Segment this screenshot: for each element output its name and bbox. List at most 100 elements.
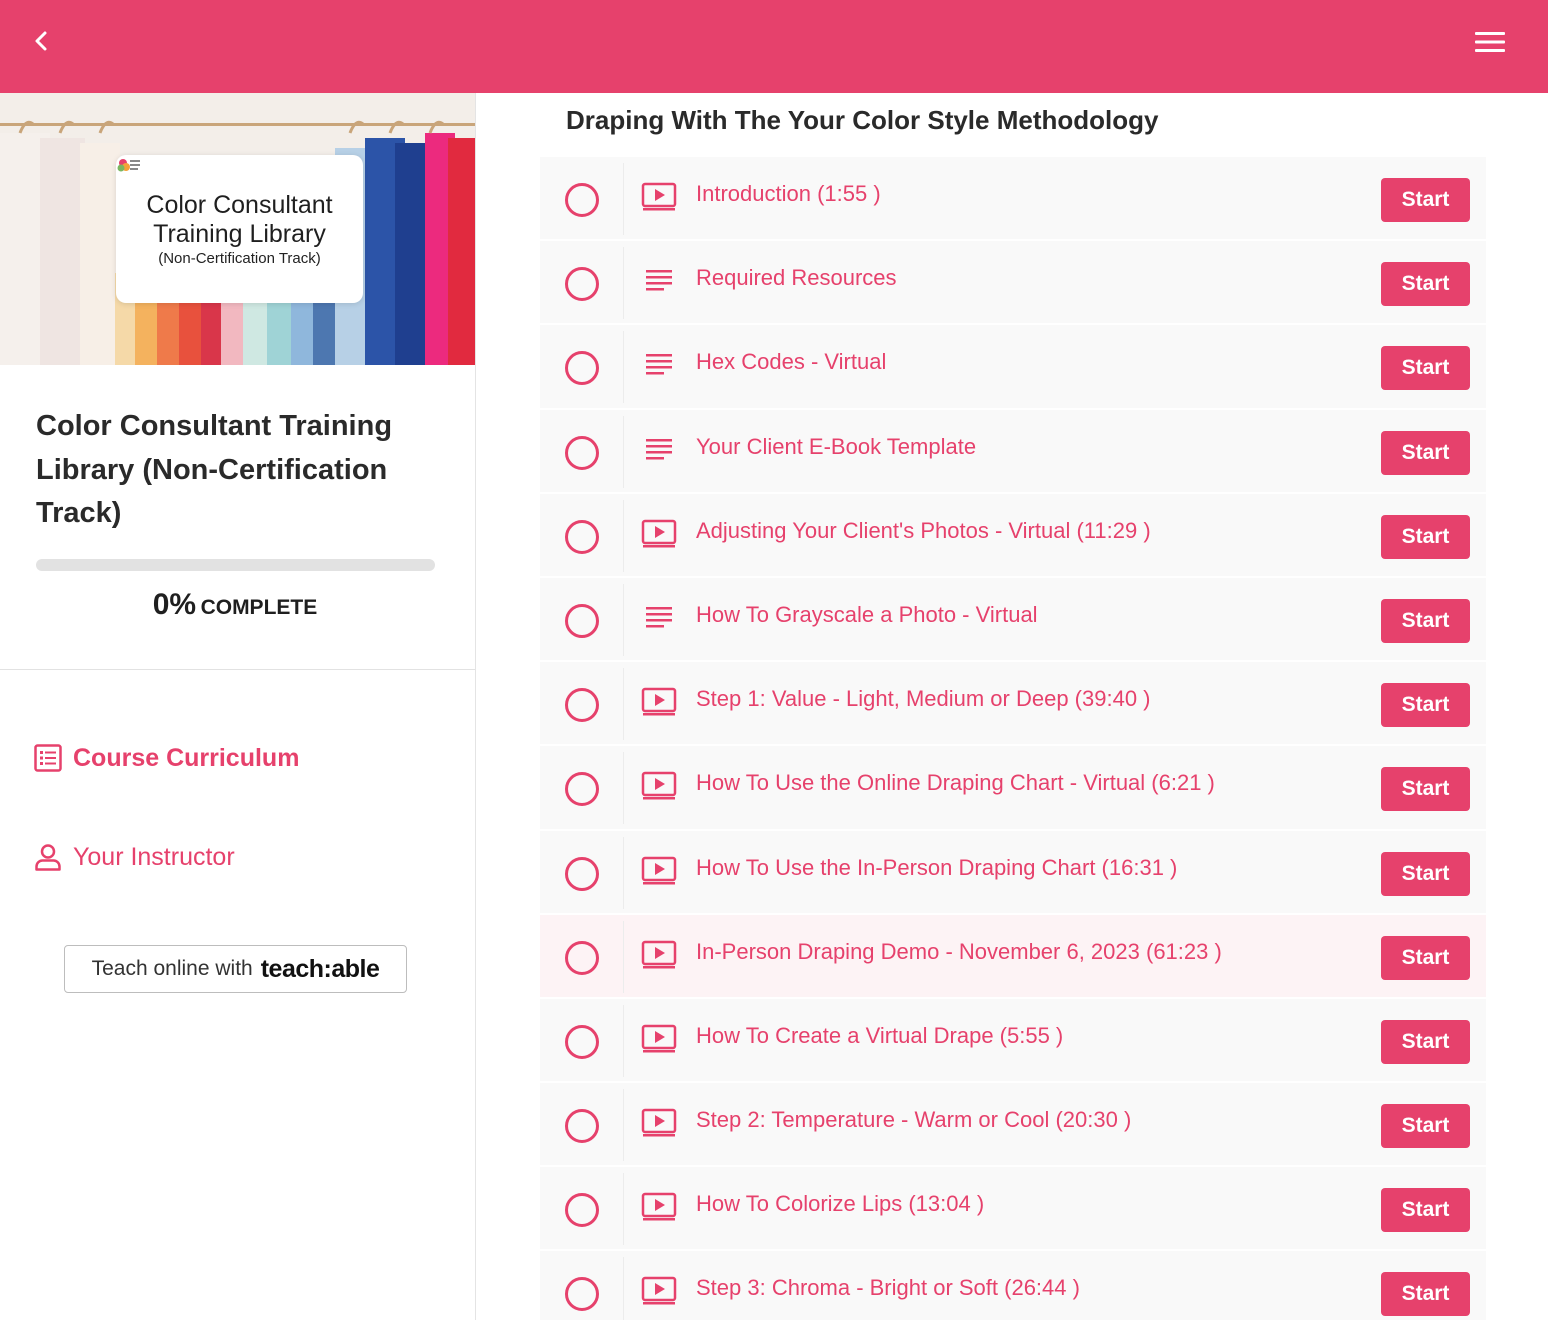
lesson-start-button[interactable]: Start [1381, 1019, 1470, 1064]
lesson-start-button[interactable]: Start [1381, 683, 1470, 728]
lesson-complete-checkbox[interactable] [565, 856, 599, 891]
teachable-logo-text: teach:able [260, 954, 380, 983]
lesson-divider [623, 163, 624, 235]
lesson-complete-checkbox[interactable] [565, 1024, 599, 1059]
course-card-title: Color Consultant Training Library [146, 191, 333, 248]
progress-percent: 0% [152, 588, 197, 621]
course-title: Color Consultant Training Library (Non-C… [36, 410, 393, 529]
lesson-row[interactable]: Step 1: Value - Light, Medium or Deep (3… [540, 662, 1486, 747]
lesson-divider [623, 499, 624, 572]
lesson-title[interactable]: Hex Codes - Virtual [696, 349, 886, 375]
lesson-complete-checkbox[interactable] [565, 1277, 599, 1312]
lesson-complete-checkbox[interactable] [565, 1193, 599, 1228]
lesson-start-button[interactable]: Start [1381, 598, 1470, 643]
lesson-divider [623, 920, 624, 993]
lesson-start-button[interactable]: Start [1381, 262, 1470, 307]
lesson-complete-checkbox[interactable] [565, 772, 599, 807]
lesson-divider [623, 1173, 624, 1246]
section-title: Draping With The Your Color Style Method… [566, 105, 1159, 135]
lesson-title[interactable]: How To Grayscale a Photo - Virtual [696, 602, 1038, 628]
lesson-divider [623, 331, 624, 404]
lesson-start-button[interactable]: Start [1381, 1188, 1470, 1233]
teachable-badge-prefix: Teach online with [91, 957, 253, 980]
progress-complete-text: COMPLETE [200, 596, 318, 619]
lesson-divider [623, 415, 624, 488]
lesson-divider [623, 247, 624, 320]
lesson-title[interactable]: Step 3: Chroma - Bright or Soft (26:44 ) [696, 1275, 1080, 1301]
lesson-title[interactable]: How To Colorize Lips (13:04 ) [696, 1191, 984, 1217]
course-hero-image: Color Consultant Training Library (Non-C… [0, 93, 475, 365]
text-lesson-icon [640, 347, 678, 381]
lesson-row[interactable]: How To Colorize Lips (13:04 ) Start [540, 1167, 1486, 1252]
lesson-title[interactable]: Your Client E-Book Template [696, 434, 976, 460]
sidebar: Color Consultant Training Library (Non-C… [0, 93, 476, 1320]
lesson-title[interactable]: Step 2: Temperature - Warm or Cool (20:3… [696, 1107, 1131, 1133]
lesson-row[interactable]: In-Person Draping Demo - November 6, 202… [540, 914, 1486, 999]
nav-your-instructor[interactable]: Your Instructor [32, 837, 235, 877]
back-button[interactable] [26, 24, 56, 58]
lesson-divider [623, 1257, 624, 1320]
lesson-complete-checkbox[interactable] [565, 183, 599, 217]
lesson-start-button[interactable]: Start [1381, 1272, 1470, 1317]
lesson-complete-checkbox[interactable] [565, 435, 599, 470]
lesson-row[interactable]: How To Grayscale a Photo - Virtual Start [540, 577, 1486, 663]
lesson-start-button[interactable]: Start [1381, 935, 1470, 980]
video-lesson-icon [640, 937, 678, 971]
lesson-complete-checkbox[interactable] [565, 1109, 599, 1144]
brand-logo-icon [117, 159, 140, 172]
lesson-title[interactable]: How To Create a Virtual Drape (5:55 ) [696, 1023, 1063, 1049]
video-lesson-icon [640, 1189, 678, 1223]
progress-bar [36, 559, 435, 571]
lesson-row[interactable]: Required Resources Start [540, 241, 1486, 326]
lesson-divider [623, 752, 624, 825]
lesson-divider [623, 668, 624, 741]
lesson-row[interactable]: Adjusting Your Client's Photos - Virtual… [540, 493, 1486, 578]
lesson-complete-checkbox[interactable] [565, 267, 599, 302]
lesson-title[interactable]: Step 1: Value - Light, Medium or Deep (3… [696, 686, 1151, 712]
lesson-title[interactable]: How To Use the Online Draping Chart - Vi… [696, 770, 1215, 796]
nav-your-instructor-label: Your Instructor [73, 842, 235, 871]
lesson-complete-checkbox[interactable] [565, 940, 599, 975]
lesson-divider [623, 1089, 624, 1162]
text-lesson-icon [640, 263, 678, 297]
lesson-row[interactable]: How To Create a Virtual Drape (5:55 ) Sta… [540, 998, 1486, 1084]
lesson-title[interactable]: How To Use the In-Person Draping Chart (… [696, 855, 1177, 881]
lesson-row[interactable]: How To Use the Online Draping Chart - Vi… [540, 746, 1486, 831]
lesson-complete-checkbox[interactable] [565, 519, 599, 554]
chevron-left-icon [35, 31, 47, 51]
menu-button[interactable] [1472, 27, 1508, 57]
lesson-start-button[interactable]: Start [1381, 178, 1470, 222]
lesson-title[interactable]: Introduction (1:55 ) [696, 181, 881, 207]
lesson-complete-checkbox[interactable] [565, 603, 599, 638]
lesson-complete-checkbox[interactable] [565, 688, 599, 723]
lesson-start-button[interactable]: Start [1381, 346, 1470, 391]
lesson-divider [623, 1004, 624, 1077]
text-lesson-icon [640, 432, 678, 466]
top-bar [0, 0, 1548, 93]
lesson-start-button[interactable]: Start [1381, 767, 1470, 812]
main-content: Draping With The Your Color Style Method… [476, 93, 1548, 1320]
lesson-row[interactable]: Hex Codes - Virtual Start [540, 325, 1486, 410]
lesson-row[interactable]: Step 2: Temperature - Warm or Cool (20:3… [540, 1083, 1486, 1168]
lesson-start-button[interactable]: Start [1381, 430, 1470, 475]
lesson-start-button[interactable]: Start [1381, 851, 1470, 896]
curriculum-list-icon [32, 742, 64, 774]
video-lesson-icon [640, 684, 678, 718]
nav-course-curriculum[interactable]: Course Curriculum [32, 738, 299, 778]
lesson-title[interactable]: In-Person Draping Demo - November 6, 202… [696, 939, 1222, 965]
lesson-divider [623, 583, 624, 656]
sidebar-divider [0, 669, 475, 670]
lesson-row[interactable]: Step 3: Chroma - Bright or Soft (26:44 )… [540, 1251, 1486, 1320]
lesson-title[interactable]: Required Resources [696, 265, 897, 291]
lesson-complete-checkbox[interactable] [565, 351, 599, 386]
teachable-badge-link[interactable]: Teach online with teach:able [64, 945, 407, 993]
lesson-title[interactable]: Adjusting Your Client's Photos - Virtual… [696, 518, 1151, 544]
lesson-start-button[interactable]: Start [1381, 1104, 1470, 1149]
course-card-subtitle: (Non-Certification Track) [158, 250, 321, 267]
lesson-row[interactable]: Introduction (1:55 ) Start [540, 157, 1486, 242]
hamburger-menu-icon [1475, 32, 1505, 52]
lesson-start-button[interactable]: Start [1381, 514, 1470, 559]
lesson-row[interactable]: How To Use the In-Person Draping Chart (… [540, 830, 1486, 915]
course-card: Color Consultant Training Library (Non-C… [116, 155, 363, 303]
lesson-row[interactable]: Your Client E-Book Template Start [540, 409, 1486, 494]
